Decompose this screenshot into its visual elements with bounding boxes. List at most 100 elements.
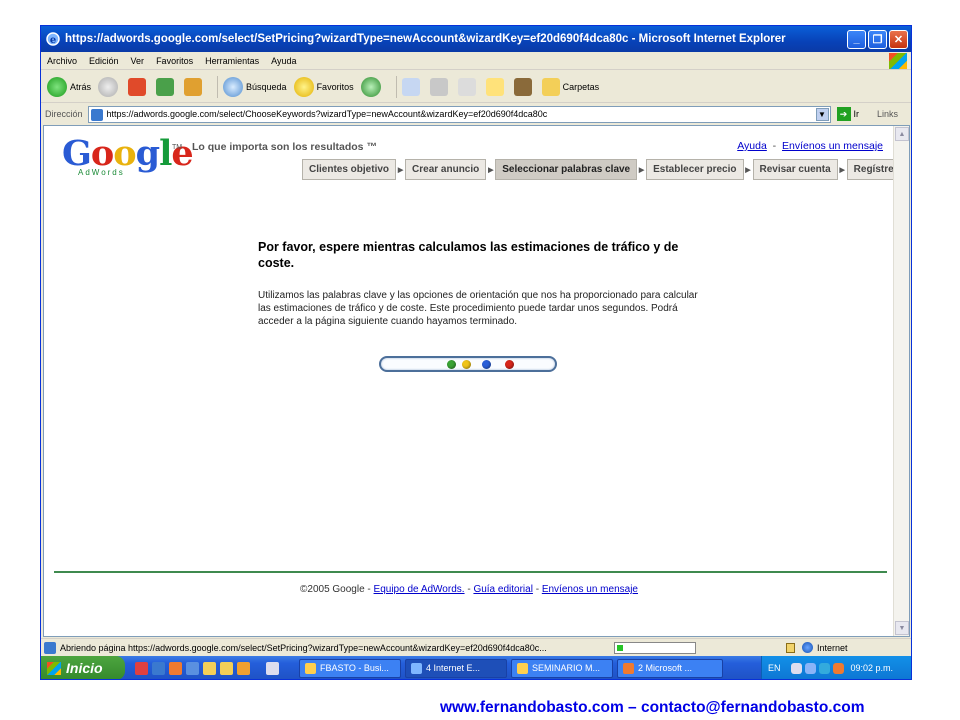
discuss-button[interactable]: [485, 77, 507, 96]
step-arrow-icon: ▶: [745, 166, 751, 174]
search-button[interactable]: Búsqueda: [223, 76, 287, 97]
step-seleccionar-palabras-clave: Seleccionar palabras clave: [495, 159, 638, 180]
forward-button[interactable]: [98, 76, 121, 97]
footer-team-link[interactable]: Equipo de AdWords.: [374, 584, 465, 595]
quick-launch-icon[interactable]: [266, 661, 279, 675]
folders-button[interactable]: Carpetas: [541, 77, 600, 96]
tray-icon[interactable]: [832, 662, 844, 674]
address-input[interactable]: https://adwords.google.com/select/Choose…: [87, 105, 831, 123]
ie-icon: e: [46, 32, 60, 46]
task-icon: [517, 662, 528, 674]
help-link[interactable]: Ayuda: [737, 140, 767, 152]
windows-logo-icon: [889, 53, 907, 69]
menu-ver[interactable]: Ver: [125, 56, 151, 66]
mail-icon: [401, 77, 420, 96]
menu-archivo[interactable]: Archivo: [41, 56, 83, 66]
link-separator: -: [772, 140, 777, 152]
back-button[interactable]: Atrás: [47, 76, 92, 97]
quick-launch-icon[interactable]: [135, 661, 148, 675]
window-title: https://adwords.google.com/select/SetPri…: [65, 33, 786, 45]
favorites-button[interactable]: Favoritos: [293, 76, 354, 97]
quick-launch-icon[interactable]: [186, 661, 199, 675]
tagline: Lo que importa son los resultados ™: [192, 141, 377, 153]
history-icon: [360, 76, 381, 97]
tray-icon[interactable]: [790, 662, 802, 674]
footer-contact-link[interactable]: Envíenos un mensaje: [542, 584, 638, 595]
task-seminario[interactable]: SEMINARIO M...: [511, 658, 613, 678]
minimize-button[interactable]: _: [847, 29, 866, 49]
search-label: Búsqueda: [246, 81, 287, 92]
scroll-down-icon[interactable]: ▼: [895, 621, 909, 635]
loading-dot-green: [447, 360, 456, 369]
tray-icon[interactable]: [804, 662, 816, 674]
quick-launch-icon[interactable]: [237, 661, 250, 675]
adwords-label: AdWords: [78, 168, 125, 177]
footer-divider: [54, 571, 887, 573]
task-internet-explorer[interactable]: 4 Internet E...: [405, 658, 507, 678]
security-zone: Internet: [817, 642, 848, 653]
menu-edicion[interactable]: Edición: [83, 56, 125, 66]
go-button[interactable]: ➔ Ir: [836, 107, 859, 121]
toolbar-separator: [395, 75, 397, 98]
start-label: Inicio: [66, 660, 103, 676]
loading-indicator: [379, 356, 557, 372]
page-footer: ©2005 Google - Equipo de AdWords. - Guía…: [44, 584, 894, 595]
clock: 09:02 p.m.: [850, 663, 894, 673]
folders-label: Carpetas: [562, 81, 600, 92]
wizard-steps: Clientes objetivo ▶ Crear anuncio ▶ Sele…: [302, 159, 909, 180]
links-button[interactable]: Links: [877, 109, 898, 119]
tray-icon[interactable]: [818, 662, 830, 674]
research-button[interactable]: [513, 77, 535, 96]
footer-editorial-link[interactable]: Guía editorial: [473, 584, 532, 595]
step-arrow-icon: ▶: [488, 166, 494, 174]
quick-launch-icon[interactable]: [203, 661, 216, 675]
close-button[interactable]: ✕: [889, 29, 908, 49]
home-button[interactable]: [184, 77, 205, 96]
history-button[interactable]: [360, 76, 384, 97]
favorites-label: Favoritos: [316, 81, 354, 92]
page-icon: [90, 108, 103, 121]
quick-launch-icon[interactable]: [169, 661, 182, 675]
folder-icon: [541, 77, 560, 96]
edit-button[interactable]: [457, 77, 479, 96]
back-arrow-icon: [47, 76, 67, 97]
step-crear-anuncio: Crear anuncio: [405, 159, 487, 180]
back-label: Atrás: [70, 81, 92, 92]
vertical-scrollbar[interactable]: ▲ ▼: [893, 126, 909, 636]
logo-trademark: TM: [172, 144, 183, 151]
refresh-button[interactable]: [156, 77, 177, 96]
go-arrow-icon: ➔: [836, 107, 851, 121]
contact-link[interactable]: Envíenos un mensaje: [782, 140, 883, 152]
windows-flag-icon: [47, 661, 61, 675]
quick-launch-icon[interactable]: [220, 661, 233, 675]
menu-ayuda[interactable]: Ayuda: [265, 56, 302, 66]
globe-icon: [802, 642, 813, 653]
language-indicator[interactable]: EN: [768, 663, 781, 673]
search-icon: [223, 76, 244, 97]
menu-herramientas[interactable]: Herramientas: [199, 56, 265, 66]
print-button[interactable]: [429, 77, 451, 96]
toolbar-separator: [217, 75, 219, 98]
books-icon: [513, 77, 532, 96]
task-microsoft[interactable]: 2 Microsoft ...: [617, 658, 723, 678]
menu-bar: Archivo Edición Ver Favoritos Herramient…: [41, 52, 911, 70]
task-fbasto[interactable]: FBASTO - Busi...: [299, 658, 401, 678]
address-dropdown-icon[interactable]: ▼: [815, 107, 829, 121]
stop-button[interactable]: [128, 77, 149, 96]
note-icon: [485, 77, 504, 96]
loading-dot-blue: [482, 360, 491, 369]
mail-button[interactable]: [401, 77, 423, 96]
svg-text:e: e: [50, 35, 56, 46]
menu-favoritos[interactable]: Favoritos: [150, 56, 199, 66]
task-icon: [623, 662, 634, 674]
top-links: Ayuda - Envíenos un mensaje: [737, 140, 883, 152]
footer-copyright: ©2005 Google -: [300, 584, 374, 595]
start-button[interactable]: Inicio: [41, 656, 125, 679]
quick-launch-icon[interactable]: [152, 661, 165, 675]
loading-dot-yellow: [462, 360, 471, 369]
star-icon: [293, 76, 314, 97]
edit-icon: [457, 77, 476, 96]
scroll-up-icon[interactable]: ▲: [895, 127, 909, 141]
loading-page-icon: [44, 641, 56, 654]
maximize-button[interactable]: ❐: [868, 29, 887, 49]
